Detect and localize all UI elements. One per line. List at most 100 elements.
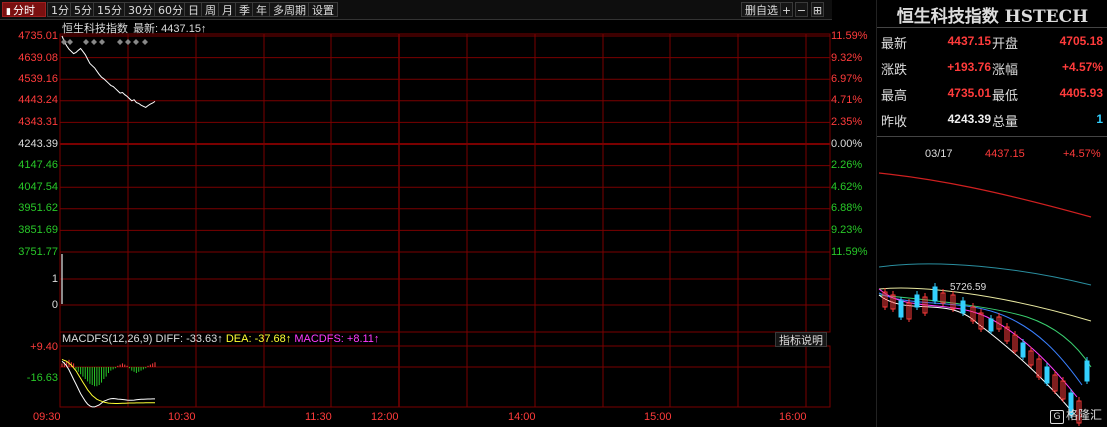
event-marker-icon — [125, 39, 131, 45]
y-label-left: 4243.39 — [18, 138, 58, 150]
value-change: +193.76 — [947, 60, 991, 74]
y-label-right: 2.35% — [831, 116, 863, 128]
y-label-right: 4.71% — [831, 94, 863, 106]
candle — [1044, 366, 1050, 384]
candle — [914, 294, 920, 308]
volume-label: 0 — [51, 299, 58, 311]
y-label-right: 0.00% — [831, 138, 863, 150]
y-label-left: 4343.31 — [18, 116, 58, 128]
event-marker-icon — [67, 39, 73, 45]
time-label: 15:00 — [644, 411, 672, 423]
candle — [1084, 360, 1090, 382]
y-label-left: 4639.08 — [18, 52, 58, 64]
y-label-left: 3851.69 — [18, 224, 58, 236]
y-label-right: 4.62% — [831, 181, 863, 193]
value-prev-close: 4243.39 — [947, 112, 991, 126]
y-label-right: 6.97% — [831, 73, 863, 85]
y-label-right: 9.23% — [831, 224, 863, 236]
mini-change: +4.57% — [1063, 148, 1101, 160]
value-high: 4735.01 — [947, 86, 991, 100]
event-marker-icon — [133, 39, 139, 45]
tab-60min[interactable]: 60分 — [154, 2, 187, 17]
value-volume: 1 — [1096, 112, 1103, 126]
watermark-text: 格隆汇 — [1065, 408, 1102, 422]
time-label: 16:00 — [779, 411, 807, 423]
chart-icon: ▮ — [6, 7, 11, 17]
y-label-left: 4735.01 — [18, 30, 58, 42]
macd-dea: DEA: -37.68↑ — [225, 333, 292, 345]
y-label-right: 2.26% — [831, 159, 863, 171]
label-prev-close: 昨收 — [881, 115, 908, 130]
macd-axis-label: -16.63 — [26, 372, 58, 384]
y-label-right: 9.32% — [831, 52, 863, 64]
candle — [932, 286, 938, 302]
label-change-pct: 涨幅 — [992, 63, 1019, 78]
y-label-left: 4443.24 — [18, 94, 58, 106]
logo-icon: G — [1049, 410, 1064, 424]
time-label: 14:00 — [508, 411, 536, 423]
dea-line — [61, 358, 155, 404]
quote-title: 恒生科技指数 HSTECH — [896, 7, 1089, 27]
watermark: G 格隆汇 — [1049, 406, 1102, 424]
tab-30min[interactable]: 30分 — [124, 2, 157, 17]
y-label-left: 3951.62 — [18, 202, 58, 214]
y-label-left: 4147.46 — [18, 159, 58, 171]
expand-icon[interactable]: ⊞ — [811, 2, 824, 17]
time-label: 10:30 — [168, 411, 196, 423]
tab-timeshare[interactable]: ▮ 分时 — [2, 2, 46, 17]
label-low: 最低 — [992, 89, 1019, 104]
mini-price: 4437.15 — [985, 148, 1025, 160]
y-label-right: 11.59% — [831, 246, 868, 258]
value-change-pct: +4.57% — [1061, 60, 1103, 74]
time-label: 09:30 — [33, 411, 61, 423]
delete-watchlist-button[interactable]: 删自选 — [741, 2, 782, 17]
value-low: 4405.93 — [1059, 86, 1103, 100]
tab-15min[interactable]: 15分 — [93, 2, 126, 17]
y-label-right: 6.88% — [831, 202, 863, 214]
macd-axis-label: +9.40 — [30, 341, 58, 353]
quote-panel: 恒生科技指数 HSTECH 最新 4437.15 开盘 4705.18 涨跌 +… — [876, 0, 1107, 427]
tab-settings[interactable]: 设置 — [308, 2, 338, 17]
chart-canvas — [59, 33, 831, 408]
latest-price: 最新: 4437.15↑ — [133, 23, 207, 35]
event-marker-icon — [91, 39, 97, 45]
macd-header: MACDFS(12,26,9) DIFF: -33.63↑ DEA: -37.6… — [62, 333, 379, 345]
candle — [898, 300, 904, 318]
label-change: 涨跌 — [881, 63, 908, 78]
candle — [988, 318, 994, 332]
value-latest: 4437.15 — [947, 34, 991, 48]
price-line — [61, 35, 156, 108]
label-volume: 总量 — [992, 115, 1019, 130]
event-marker-icon — [99, 39, 105, 45]
ma-line-long — [878, 172, 1092, 218]
mini-date: 03/17 — [925, 148, 953, 160]
time-label: 12:00 — [371, 411, 399, 423]
timeshare-chart[interactable]: 恒生科技指数 最新: 4437.15↑ 4735.01 4639.08 4539… — [0, 20, 867, 427]
macd-panel-frame — [59, 345, 831, 408]
chart-title: 恒生科技指数 最新: 4437.15↑ — [62, 20, 206, 36]
macd-diff: DIFF: -33.63↑ — [155, 333, 223, 345]
label-high: 最高 — [881, 89, 908, 104]
label-latest: 最新 — [881, 37, 908, 52]
macd-title: MACDFS(12,26,9) — [62, 333, 153, 345]
volume-label: 1 — [51, 273, 58, 285]
event-marker-icon — [142, 39, 148, 45]
zoom-out-icon[interactable]: − — [795, 2, 808, 17]
divider — [877, 136, 1107, 137]
divider — [877, 27, 1107, 28]
label-open: 开盘 — [992, 37, 1019, 52]
period-toolbar: ▮ 分时 1分 5分 15分 30分 60分 日 周 月 季 年 多周期 设置 删… — [0, 0, 832, 20]
tab-multi-period[interactable]: 多周期 — [269, 2, 310, 17]
mini-marker: 5726.59 — [950, 282, 987, 293]
zoom-in-icon[interactable]: + — [780, 2, 793, 17]
mini-kline-chart[interactable] — [877, 167, 1107, 427]
y-label-left: 4539.16 — [18, 73, 58, 85]
time-label: 11:30 — [305, 411, 332, 423]
event-marker-icon — [117, 39, 123, 45]
price-panel-frame — [59, 33, 831, 333]
security-name: 恒生科技指数 — [62, 23, 128, 35]
indicator-help-button[interactable]: 指标说明 — [775, 332, 827, 347]
macd-value: MACDFS: +8.11↑ — [294, 333, 380, 345]
y-label-left: 4047.54 — [18, 181, 58, 193]
y-label-left: 3751.77 — [18, 246, 58, 258]
